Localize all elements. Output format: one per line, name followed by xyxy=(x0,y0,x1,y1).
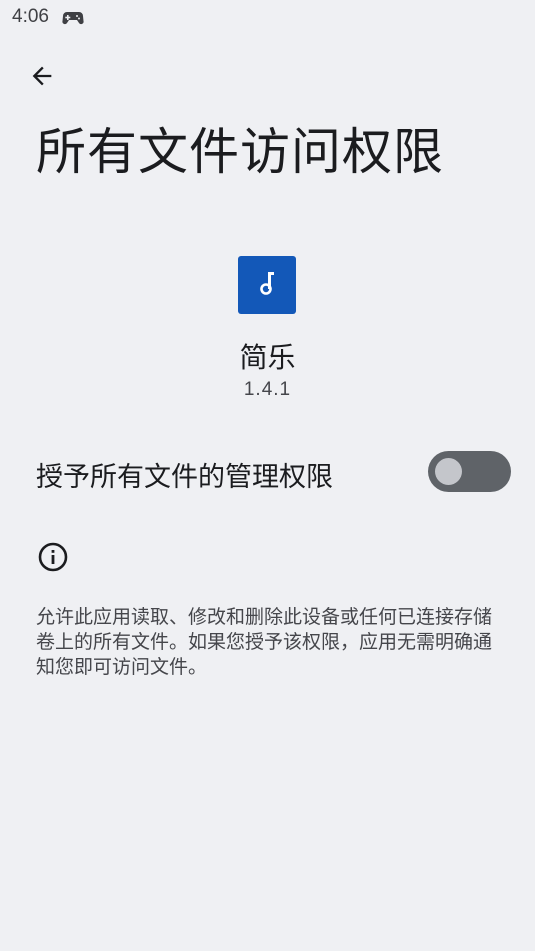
permission-toggle[interactable] xyxy=(428,451,511,492)
all-files-permission-row[interactable]: 授予所有文件的管理权限 xyxy=(0,440,535,504)
app-version: 1.4.1 xyxy=(243,379,292,400)
back-button[interactable] xyxy=(22,60,62,96)
music-note-icon xyxy=(255,269,279,301)
status-bar: 4:06 xyxy=(0,0,535,38)
permission-description: 允许此应用读取、修改和删除此设备或任何已连接存储卷上的所有文件。如果您授予该权限… xyxy=(36,606,493,678)
permission-label: 授予所有文件的管理权限 xyxy=(36,462,333,493)
gamepad-icon xyxy=(62,10,84,26)
toggle-thumb xyxy=(435,458,462,485)
app-name: 简乐 xyxy=(239,341,296,374)
info-icon xyxy=(37,541,69,573)
arrow-back-icon xyxy=(28,62,56,94)
app-icon xyxy=(238,256,296,314)
status-time: 4:06 xyxy=(12,6,49,27)
page-title: 所有文件访问权限 xyxy=(36,123,444,181)
